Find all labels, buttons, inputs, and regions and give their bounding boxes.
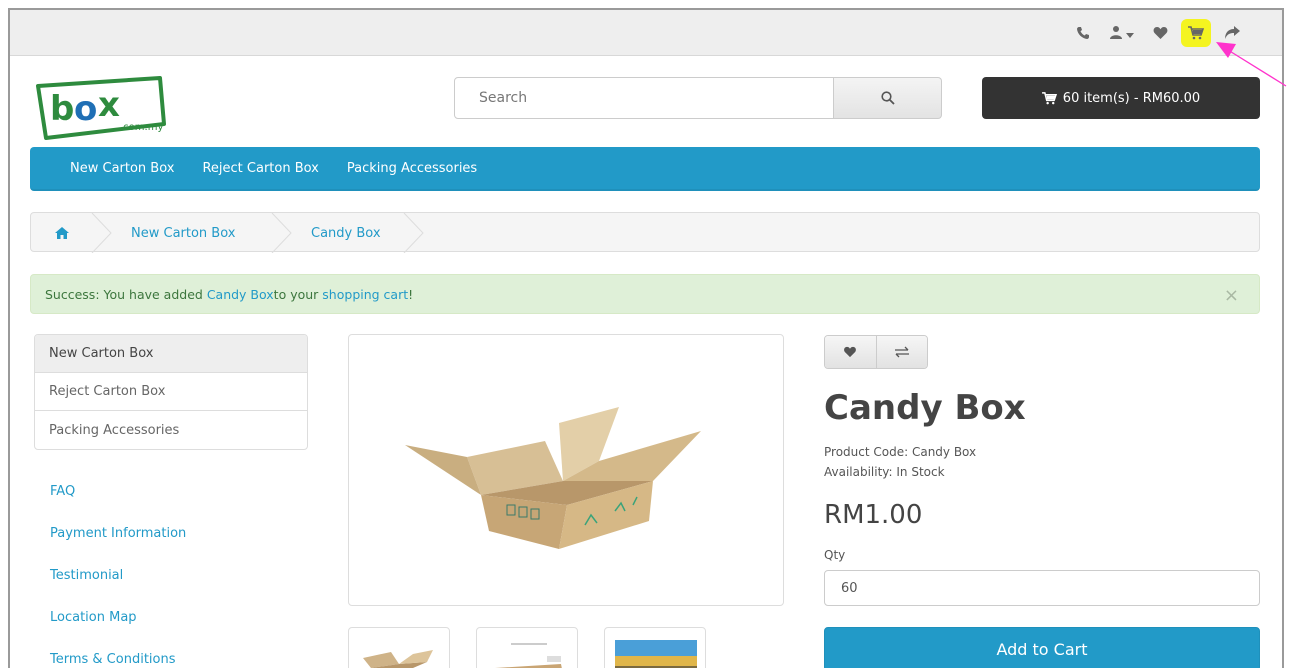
category-item-new-carton-box[interactable]: New Carton Box: [35, 335, 307, 373]
qty-input[interactable]: [824, 570, 1260, 606]
nav-item-reject-carton-box[interactable]: Reject Carton Box: [202, 161, 318, 176]
cart-icon: [1188, 26, 1204, 40]
cart-icon: [1041, 91, 1057, 104]
product-code: Product Code: Candy Box: [824, 445, 977, 459]
product-thumbnail[interactable]: [604, 627, 706, 668]
breadcrumb: New Carton Box Candy Box: [30, 212, 1260, 253]
main-nav: New Carton Box Reject Carton Box Packing…: [30, 147, 1260, 191]
search-input[interactable]: [454, 77, 834, 119]
exchange-icon: [894, 346, 909, 358]
top-utility-bar: [10, 10, 1282, 56]
phone-icon[interactable]: [1073, 23, 1093, 43]
breadcrumb-separator: [403, 213, 424, 253]
nav-item-new-carton-box[interactable]: New Carton Box: [70, 161, 174, 176]
info-links: FAQ Payment Information Testimonial Loca…: [50, 482, 186, 668]
account-dropdown[interactable]: [1109, 24, 1134, 43]
share-icon[interactable]: [1222, 23, 1242, 43]
product-main-image[interactable]: [348, 334, 784, 606]
alert-cart-link[interactable]: shopping cart: [322, 287, 408, 302]
alert-prefix: Success: You have added: [45, 286, 203, 302]
product-availability: Availability: In Stock: [824, 465, 945, 479]
alert-product-link[interactable]: Candy Box: [207, 287, 274, 302]
search-button[interactable]: [834, 77, 942, 119]
qty-label: Qty: [824, 548, 846, 562]
compare-button[interactable]: [875, 336, 927, 368]
category-item-reject-carton-box[interactable]: Reject Carton Box: [35, 373, 307, 411]
terms-conditions-link[interactable]: Terms & Conditions: [50, 650, 186, 668]
category-item-packing-accessories[interactable]: Packing Accessories: [35, 411, 307, 449]
alert-suffix: !: [408, 286, 414, 302]
site-logo[interactable]: b o x .com.my: [32, 72, 172, 146]
product-meta: Product Code: Candy Box Availability: In…: [824, 442, 976, 482]
location-map-link[interactable]: Location Map: [50, 608, 186, 650]
wishlist-compare-group: [824, 335, 928, 369]
product-price: RM1.00: [824, 500, 923, 530]
svg-text:o: o: [74, 89, 97, 129]
breadcrumb-item[interactable]: New Carton Box: [131, 213, 235, 253]
caret-down-icon: [1126, 24, 1134, 43]
alert-middle: to your: [273, 286, 319, 302]
search-bar: [454, 77, 942, 119]
success-alert: Success: You have added Candy Box to you…: [30, 274, 1260, 314]
nav-item-packing-accessories[interactable]: Packing Accessories: [347, 161, 477, 176]
breadcrumb-item[interactable]: Candy Box: [311, 213, 381, 253]
cart-summary-button[interactable]: 60 item(s) - RM60.00: [982, 77, 1260, 119]
product-thumbnail[interactable]: [476, 627, 578, 668]
payment-information-link[interactable]: Payment Information: [50, 524, 186, 566]
breadcrumb-home[interactable]: [55, 213, 69, 253]
breadcrumb-separator: [91, 213, 112, 253]
svg-text:b: b: [50, 89, 74, 129]
cart-summary-text: 60 item(s) - RM60.00: [1062, 90, 1201, 106]
home-icon: [55, 227, 69, 239]
product-title: Candy Box: [824, 388, 1026, 428]
faq-link[interactable]: FAQ: [50, 482, 186, 524]
testimonial-link[interactable]: Testimonial: [50, 566, 186, 608]
svg-text:.com.my: .com.my: [120, 122, 163, 133]
category-list: New Carton Box Reject Carton Box Packing…: [34, 334, 308, 450]
user-icon: [1109, 24, 1123, 43]
heart-icon: [844, 346, 857, 358]
cart-highlight: [1181, 19, 1211, 47]
svg-text:x: x: [98, 85, 120, 125]
add-to-cart-button[interactable]: Add to Cart: [824, 627, 1260, 668]
product-thumbnail[interactable]: [348, 627, 450, 668]
close-icon[interactable]: ×: [1224, 285, 1239, 306]
cart-link[interactable]: [1181, 19, 1211, 47]
search-icon: [880, 91, 895, 105]
wishlist-button[interactable]: [825, 336, 876, 368]
breadcrumb-separator: [271, 213, 292, 253]
heart-icon[interactable]: [1150, 23, 1170, 43]
browser-frame: b o x .com.my 60 item(s) - RM60.00 New C…: [8, 8, 1284, 668]
